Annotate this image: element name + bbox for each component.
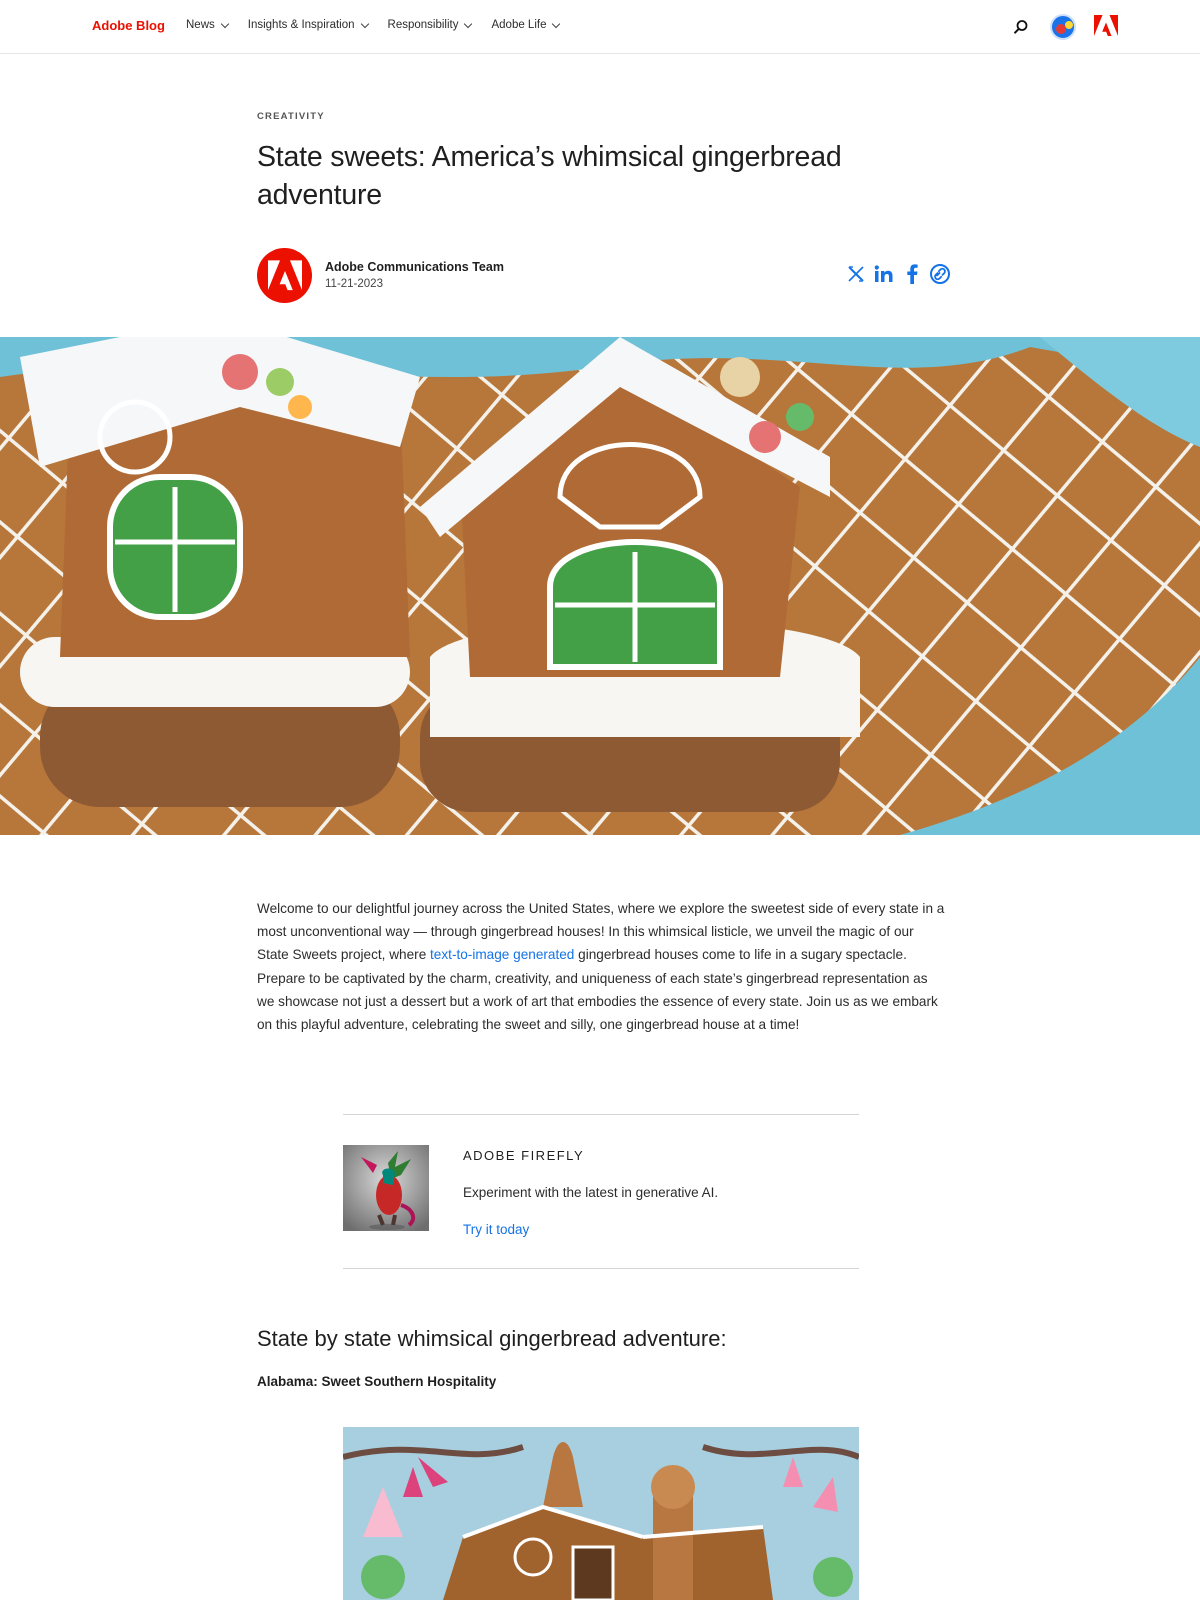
nav-item-label: Responsibility: [387, 19, 459, 31]
chevron-down-icon: [464, 19, 473, 28]
nav-actions: [1010, 14, 1118, 40]
author-name: Adobe Communications Team: [325, 260, 504, 274]
adobe-logo-icon: [267, 259, 302, 290]
x-icon[interactable]: [846, 263, 866, 285]
category-label[interactable]: CREATIVITY: [257, 111, 325, 122]
nav-item-adobe-life[interactable]: Adobe Life: [491, 19, 561, 31]
nav-item-responsibility[interactable]: Responsibility: [387, 19, 473, 31]
facebook-icon[interactable]: [902, 263, 922, 285]
chevron-down-icon: [360, 19, 369, 28]
try-it-today-link[interactable]: Try it today: [463, 1222, 529, 1237]
promo-eyebrow: ADOBE FIREFLY: [463, 1148, 585, 1163]
nav-links: News Insights & Inspiration Responsibili…: [186, 19, 561, 31]
linkedin-icon[interactable]: [874, 263, 894, 285]
search-icon[interactable]: [1010, 16, 1032, 38]
publish-date: 11-21-2023: [325, 278, 383, 290]
chevron-down-icon: [552, 19, 561, 28]
alabama-gingerbread-image: [343, 1427, 859, 1600]
nav-item-news[interactable]: News: [186, 19, 230, 31]
share-bar: [846, 263, 950, 285]
hero-image: [0, 337, 1200, 835]
brand-link[interactable]: Adobe Blog: [92, 18, 165, 33]
dragon-thumbnail: [343, 1145, 429, 1231]
adobe-logo-icon[interactable]: [1094, 15, 1118, 39]
author-avatar: [257, 248, 312, 303]
article-title: State sweets: America’s whimsical ginger…: [257, 141, 842, 211]
nav-item-insights[interactable]: Insights & Inspiration: [247, 19, 369, 31]
promo-description: Experiment with the latest in generative…: [463, 1185, 719, 1200]
nav-item-label: Adobe Life: [491, 19, 547, 31]
top-nav: Adobe Blog News Insights & Inspiration R…: [0, 0, 1200, 54]
chevron-down-icon: [220, 19, 230, 28]
text-to-image-link[interactable]: text-to-image generated: [430, 947, 574, 962]
user-avatar[interactable]: [1050, 14, 1076, 40]
nav-item-label: Insights & Inspiration: [247, 19, 355, 31]
section-heading: State by state whimsical gingerbread adv…: [257, 1326, 727, 1351]
nav-item-label: News: [186, 19, 215, 31]
copy-link-icon[interactable]: [930, 263, 950, 285]
state-subheading: Alabama: Sweet Southern Hospitality: [257, 1374, 497, 1389]
firefly-promo: ADOBE FIREFLY Experiment with the latest…: [343, 1114, 859, 1269]
intro-paragraph: Welcome to our delightful journey across…: [257, 897, 947, 1036]
